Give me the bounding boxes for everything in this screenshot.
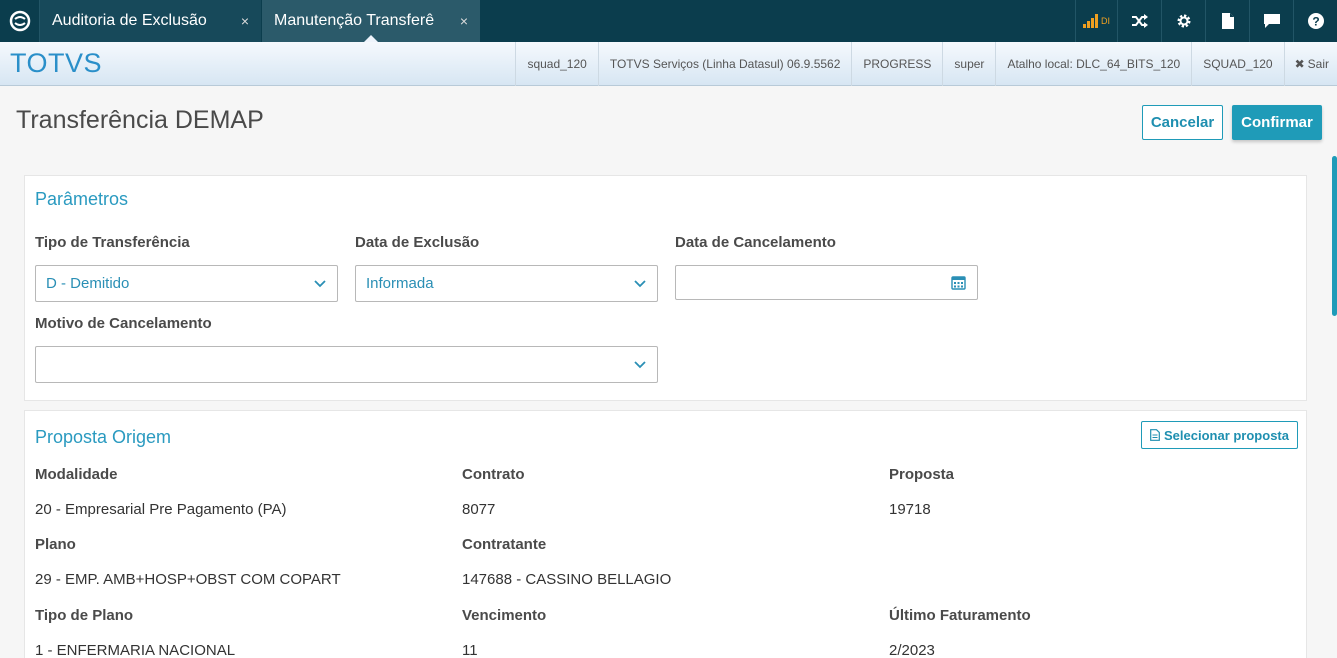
header-info-environment: SQUAD_120 (1191, 41, 1283, 86)
tipo-transferencia-label: Tipo de Transferência (35, 234, 190, 251)
proposta-origem-title: Proposta Origem (35, 427, 172, 447)
tipo-plano-label: Tipo de Plano (35, 607, 134, 624)
header-info-squad: squad_120 (515, 41, 597, 86)
data-exclusao-label: Data de Exclusão (355, 234, 480, 251)
modalidade-label: Modalidade (35, 466, 118, 483)
motivo-cancelamento-label: Motivo de Cancelamento (35, 315, 212, 332)
cancel-button[interactable]: Cancelar (1142, 105, 1223, 140)
header-info-database: PROGRESS (851, 41, 942, 86)
vencimento-value: 11 (462, 642, 478, 658)
document-icon[interactable] (1205, 0, 1249, 42)
close-icon: ✖ (1294, 56, 1305, 71)
close-icon[interactable]: × (460, 13, 468, 29)
selecionar-proposta-label: Selecionar proposta (1164, 427, 1289, 443)
close-icon[interactable]: × (241, 13, 249, 29)
selecionar-proposta-button[interactable]: Selecionar proposta (1141, 421, 1298, 449)
parametros-panel: Parâmetros Tipo de Transferência D - Dem… (24, 175, 1307, 401)
motivo-cancelamento-select[interactable] (35, 346, 658, 383)
plano-value: 29 - EMP. AMB+HOSP+OBST COM COPART (35, 571, 341, 588)
header-info-user: super (942, 41, 995, 86)
totvs-logo-icon[interactable] (0, 0, 40, 42)
chevron-down-icon (633, 277, 647, 291)
help-icon[interactable]: ? (1293, 0, 1337, 42)
plano-label: Plano (35, 536, 76, 553)
header-bar: TOTVS squad_120 TOTVS Serviços (Linha Da… (0, 41, 1337, 86)
tab-manutencao-transferencia[interactable]: Manutenção Transferê × (261, 0, 480, 42)
scrollbar-thumb[interactable] (1332, 156, 1337, 316)
proposta-label: Proposta (889, 466, 955, 483)
contratante-value: 147688 - CASSINO BELLAGIO (462, 571, 672, 588)
gear-icon[interactable] (1161, 0, 1205, 42)
page-title: Transferência DEMAP (16, 106, 264, 134)
top-tab-bar: Auditoria de Exclusão × Manutenção Trans… (0, 0, 1337, 42)
chevron-down-icon (633, 358, 647, 372)
contratante-label: Contratante (462, 536, 547, 553)
modalidade-value: 20 - Empresarial Pre Pagamento (PA) (35, 501, 287, 518)
parametros-title: Parâmetros (35, 189, 129, 209)
chat-icon[interactable] (1249, 0, 1293, 42)
shuffle-icon[interactable] (1117, 0, 1161, 42)
tab-auditoria-exclusao[interactable]: Auditoria de Exclusão × (40, 0, 261, 42)
data-exclusao-select[interactable]: Informada (355, 265, 658, 302)
confirm-button[interactable]: Confirmar (1232, 105, 1322, 140)
tipo-plano-value: 1 - ENFERMARIA NACIONAL (35, 642, 236, 658)
tab-label: Auditoria de Exclusão (52, 12, 207, 29)
data-exclusao-value: Informada (366, 275, 434, 292)
header-info-shortcut: Atalho local: DLC_64_BITS_120 (995, 41, 1191, 86)
brand-logo: TOTVS (10, 48, 103, 78)
tab-label: Manutenção Transferê (274, 12, 435, 29)
proposta-origem-panel: Proposta Origem Selecionar proposta Moda… (24, 410, 1307, 658)
chevron-down-icon (313, 277, 327, 291)
contrato-label: Contrato (462, 466, 525, 483)
proposta-value: 19718 (889, 501, 931, 518)
data-cancelamento-input[interactable] (675, 265, 978, 300)
svg-text:?: ? (1312, 15, 1319, 29)
signal-label: DI (1101, 16, 1110, 26)
header-info-product: TOTVS Serviços (Linha Datasul) 06.9.5562 (597, 41, 852, 86)
calendar-icon[interactable] (951, 275, 967, 291)
data-cancelamento-label: Data de Cancelamento (675, 234, 836, 251)
contrato-value: 8077 (462, 501, 496, 518)
document-icon (1150, 429, 1160, 441)
tipo-transferencia-select[interactable]: D - Demitido (35, 265, 338, 302)
ultimo-faturamento-label: Último Faturamento (889, 607, 1031, 624)
ultimo-faturamento-value: 2/2023 (889, 642, 935, 658)
exit-label: Sair (1307, 56, 1329, 71)
exit-button[interactable]: ✖ Sair (1283, 41, 1337, 86)
tipo-transferencia-value: D - Demitido (46, 275, 130, 292)
signal-icon[interactable]: DI (1075, 0, 1117, 42)
vencimento-label: Vencimento (462, 607, 547, 624)
